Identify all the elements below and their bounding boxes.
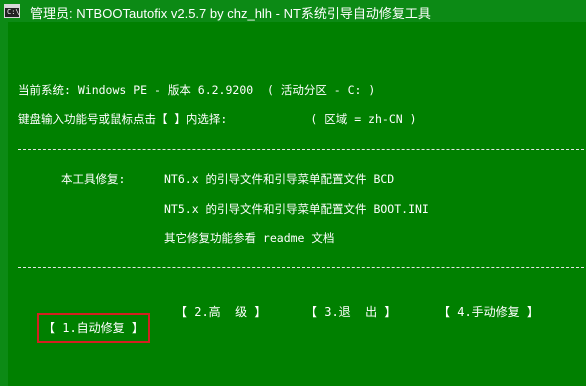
window-title: 管理员: NTBOOTautofix v2.5.7 by chz_hlh - N… xyxy=(30,5,431,21)
advanced-button[interactable]: 【 2.高 级 】 xyxy=(175,304,266,320)
divider-top xyxy=(18,149,584,150)
divider-bottom xyxy=(18,267,584,268)
console-icon-label: C:\ xyxy=(7,8,20,16)
manual-repair-button[interactable]: 【 4.手动修复 】 xyxy=(438,304,539,320)
current-system-line: 当前系统: Windows PE - 版本 6.2.9200 ( 活动分区 - … xyxy=(18,83,376,97)
repair-line-nt5: NT5.x 的引导文件和引导菜单配置文件 BOOT.INI xyxy=(164,202,429,216)
console-area: 当前系统: Windows PE - 版本 6.2.9200 ( 活动分区 - … xyxy=(8,22,586,386)
repair-line-nt6: NT6.x 的引导文件和引导菜单配置文件 BCD xyxy=(164,172,395,186)
auto-repair-button[interactable]: 【 1.自动修复 】 xyxy=(37,313,150,343)
exit-button[interactable]: 【 3.退 出 】 xyxy=(305,304,396,320)
console-app-icon[interactable]: C:\ xyxy=(4,4,20,18)
title-bar: C:\ 管理员: NTBOOTautofix v2.5.7 by chz_hlh… xyxy=(0,0,586,22)
input-prompt-line: 键盘输入功能号或鼠标点击【 】内选择: ( 区域 = zh-CN ) xyxy=(18,112,417,126)
repair-line-other: 其它修复功能参看 readme 文档 xyxy=(164,231,335,245)
repair-label: 本工具修复: xyxy=(61,172,126,186)
